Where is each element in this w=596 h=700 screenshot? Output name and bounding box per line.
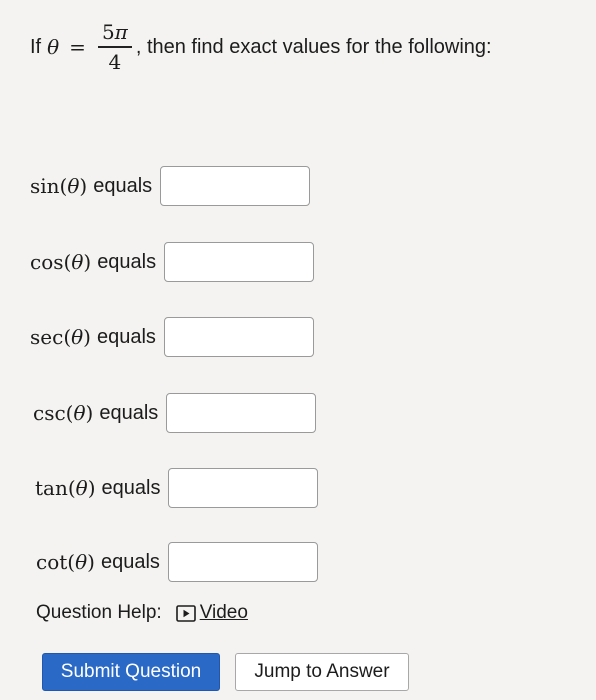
equals-label: equals xyxy=(99,401,159,424)
func-label-sin: sin(θ) xyxy=(30,174,88,198)
func-label-sec: sec(θ) xyxy=(30,325,91,349)
cot-answer-input[interactable] xyxy=(167,542,318,582)
row-tan: tan(θ) equals xyxy=(35,466,319,510)
func-name: cot xyxy=(36,550,68,574)
numerator-pi: π xyxy=(114,20,128,45)
func-label-csc: csc(θ) xyxy=(33,401,94,425)
func-arg: θ xyxy=(67,174,80,198)
submit-question-button[interactable]: Submit Question xyxy=(42,653,220,691)
row-cos: cos(θ) equals xyxy=(30,240,315,284)
equals-label: equals xyxy=(93,174,153,197)
func-name: cos xyxy=(30,250,64,274)
question-suffix: , then find exact values for the followi… xyxy=(135,35,492,58)
cos-answer-input[interactable] xyxy=(164,242,315,282)
equals-label: equals xyxy=(97,250,157,273)
row-sin: sin(θ) equals xyxy=(30,164,311,208)
func-arg: θ xyxy=(71,325,84,349)
sin-answer-input[interactable] xyxy=(160,166,311,206)
question-help: Question Help: Video xyxy=(36,602,248,624)
func-label-tan: tan(θ) xyxy=(35,476,96,500)
csc-answer-input[interactable] xyxy=(166,393,317,433)
numerator-coefficient: 5 xyxy=(101,20,115,45)
fraction-numerator: 5π xyxy=(98,20,132,44)
video-help-link[interactable]: Video xyxy=(175,602,248,624)
sec-answer-input[interactable] xyxy=(163,317,314,357)
row-cot: cot(θ) equals xyxy=(36,540,318,584)
func-label-cot: cot(θ) xyxy=(36,550,95,574)
equals-label: equals xyxy=(100,550,160,573)
question-help-label: Question Help: xyxy=(36,602,162,623)
func-arg: θ xyxy=(75,550,88,574)
equals-label: equals xyxy=(101,476,161,499)
func-name: csc xyxy=(33,401,66,425)
func-arg: θ xyxy=(75,476,88,500)
func-name: sec xyxy=(30,325,64,349)
angle-fraction: 5π 4 xyxy=(97,20,132,74)
jump-to-answer-button[interactable]: Jump to Answer xyxy=(235,653,409,691)
equals-label: equals xyxy=(96,325,156,348)
question-text: If θ = 5π 4 , then find exact values for… xyxy=(30,14,492,80)
func-name: sin xyxy=(30,174,60,198)
func-arg: θ xyxy=(71,250,84,274)
play-icon xyxy=(175,604,196,622)
tan-answer-input[interactable] xyxy=(168,468,319,508)
func-arg: θ xyxy=(73,401,86,425)
row-sec: sec(θ) equals xyxy=(30,315,314,359)
fraction-denominator: 4 xyxy=(108,49,122,74)
row-csc: csc(θ) equals xyxy=(33,391,317,435)
func-name: tan xyxy=(35,476,68,500)
question-prefix: If xyxy=(30,35,42,58)
video-link-label: Video xyxy=(199,602,248,623)
question-equals-sign: = xyxy=(69,35,86,59)
question-variable: θ xyxy=(47,35,60,59)
func-label-cos: cos(θ) xyxy=(30,250,92,274)
fraction-bar xyxy=(97,46,132,48)
